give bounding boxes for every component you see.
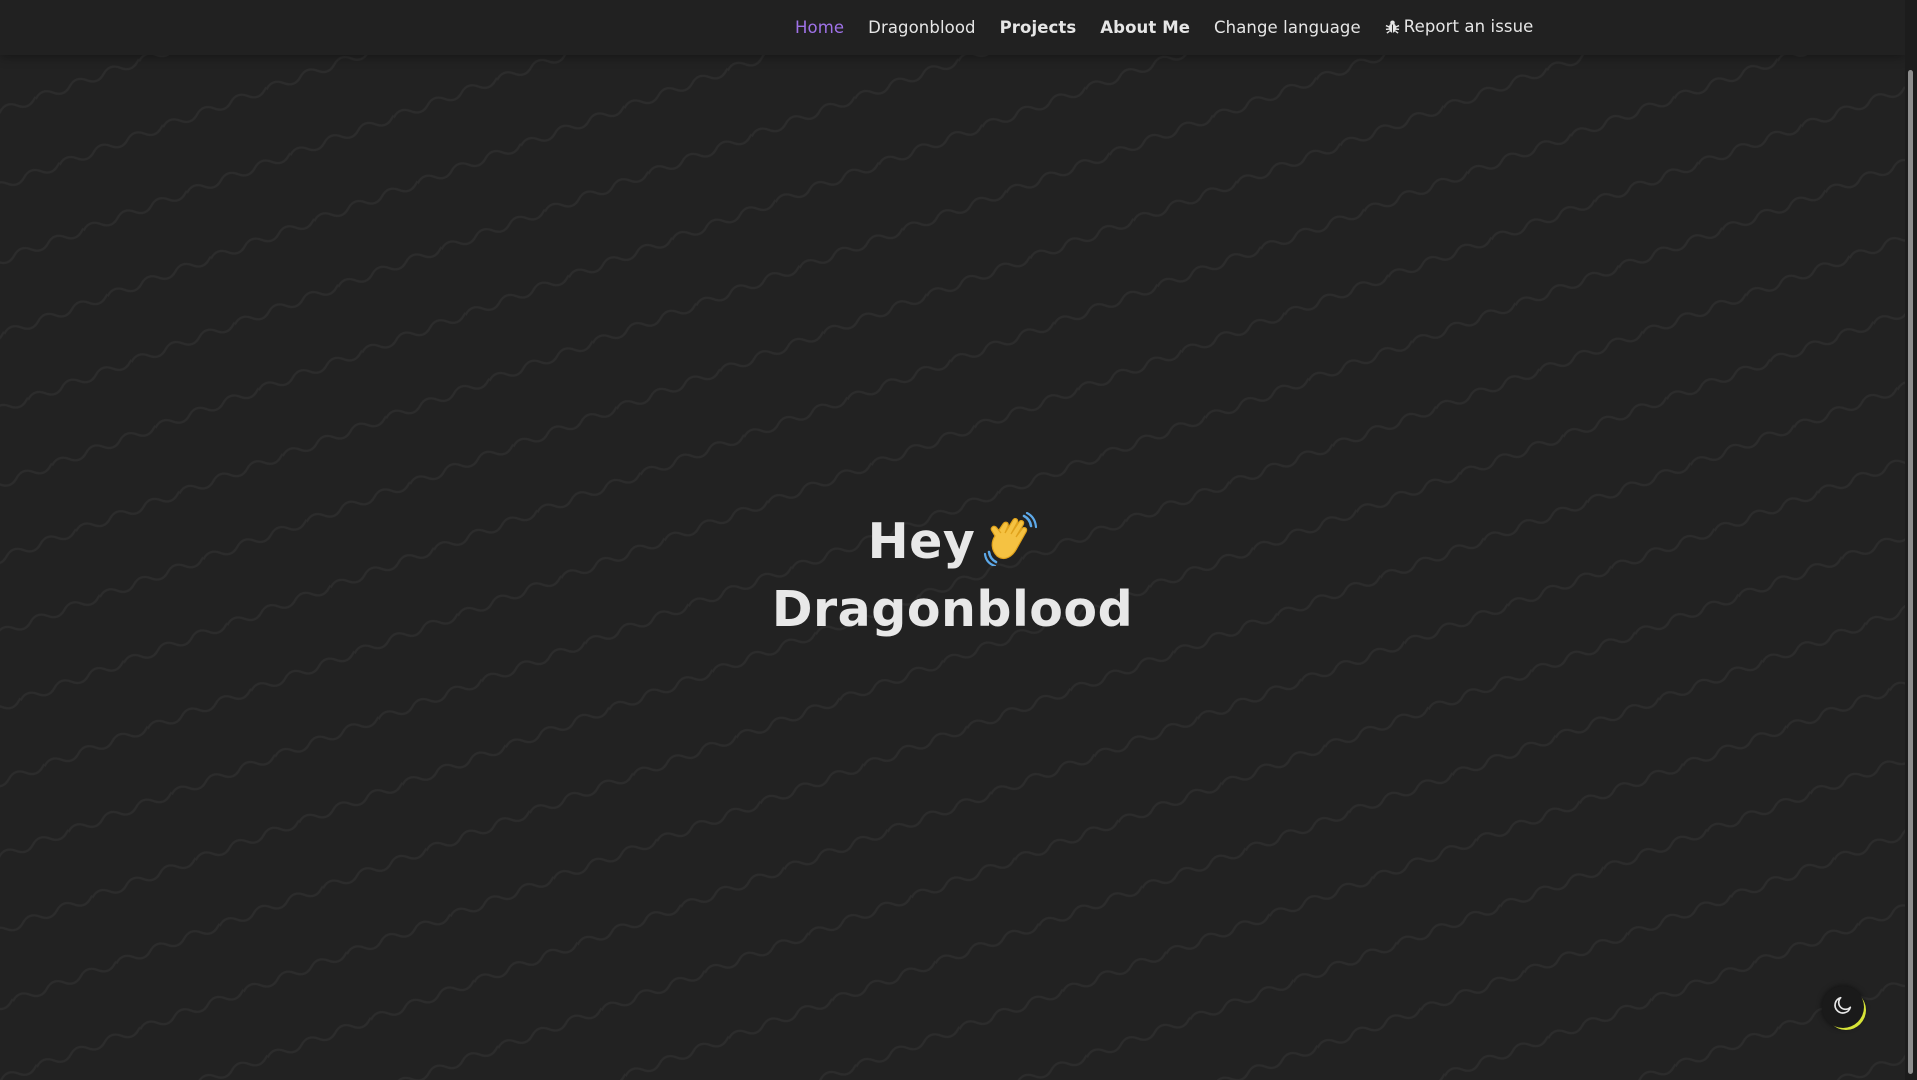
vertical-scrollbar[interactable] [1905,0,1917,1080]
moon-icon [1832,994,1854,1020]
nav-item-report-issue[interactable]: Report an issue [1385,17,1534,38]
theme-toggle-button[interactable] [1822,986,1864,1028]
nav-item-change-language[interactable]: Change language [1214,18,1361,37]
report-issue-label: Report an issue [1403,17,1534,36]
nav-item-dragonblood[interactable]: Dragonblood [868,18,975,37]
nav-item-projects[interactable]: Projects [1000,18,1077,37]
page: Home Dragonblood Projects About Me Chang… [0,0,1917,1080]
hero-line-2: Dragonblood [771,581,1134,638]
nav-item-home[interactable]: Home [795,18,844,37]
scrollbar-thumb[interactable] [1908,70,1913,1074]
waving-hand-icon [983,511,1038,580]
hero-hey-text: Hey [867,513,976,570]
top-navbar: Home Dragonblood Projects About Me Chang… [0,0,1905,55]
nav-item-about-me[interactable]: About Me [1100,18,1190,37]
nav-links: Home Dragonblood Projects About Me Chang… [795,0,1533,55]
hero-line-1: Hey [0,511,1905,580]
bug-icon [1385,19,1400,38]
hero-greeting: Hey Dragonblood [0,511,1905,640]
